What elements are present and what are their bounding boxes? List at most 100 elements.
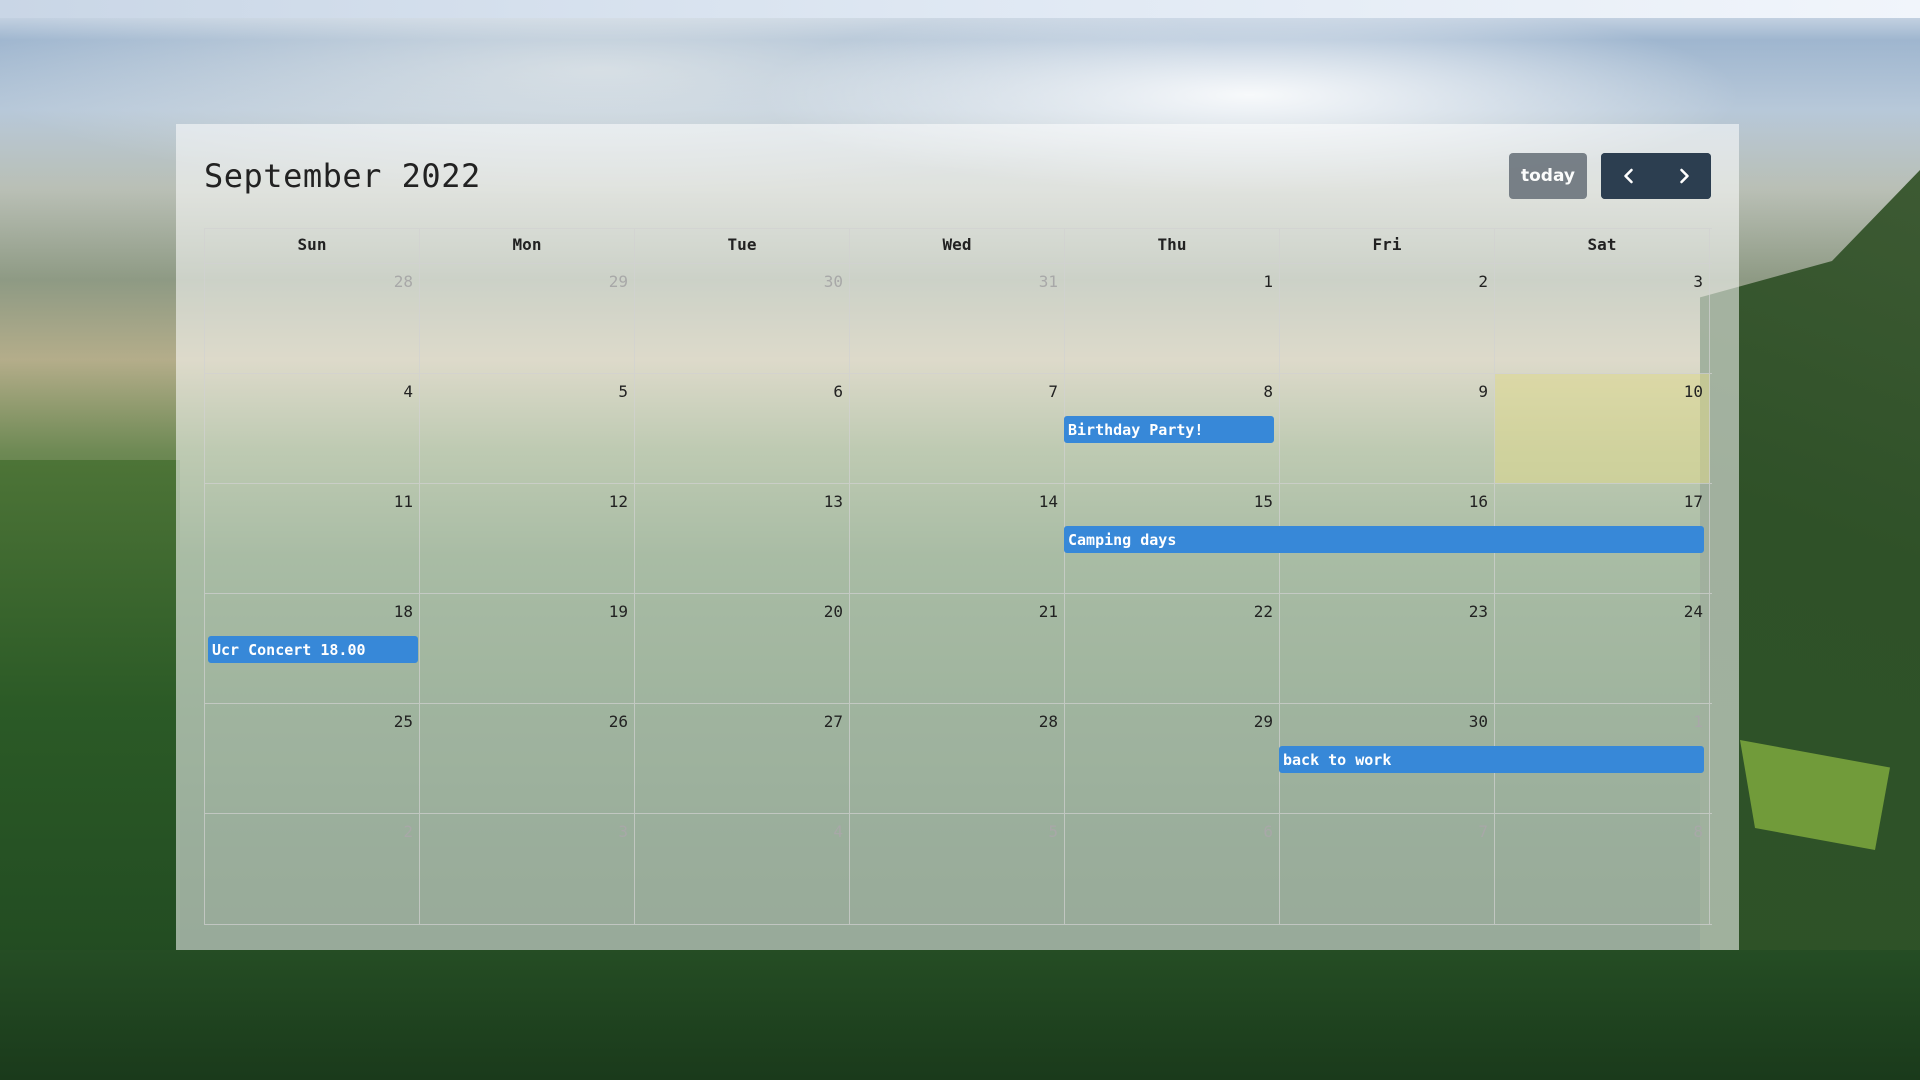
day-number[interactable]: 29 [609,272,628,291]
background-sky-strip [0,0,1920,18]
day-number[interactable]: 18 [394,602,413,621]
day-number[interactable]: 11 [394,492,413,511]
day-number[interactable]: 6 [1263,822,1273,841]
day-number[interactable]: 10 [1684,382,1703,401]
day-cell[interactable]: 2 [1280,264,1495,373]
day-cell[interactable]: 24 [1495,594,1710,703]
day-number[interactable]: 26 [609,712,628,731]
day-cell[interactable]: 4 [635,814,850,924]
day-cell[interactable]: 14 [850,484,1065,593]
calendar-toolbar: September 2022 today [204,153,1711,199]
day-number[interactable]: 9 [1478,382,1488,401]
background-forest-bottom [0,950,1920,1080]
day-cell[interactable]: 27 [635,704,850,813]
day-cell[interactable]: 7 [850,374,1065,483]
day-cell[interactable]: 19 [420,594,635,703]
day-cell[interactable]: 25 [205,704,420,813]
day-number[interactable]: 31 [1039,272,1058,291]
day-number[interactable]: 3 [618,822,628,841]
day-number[interactable]: 19 [609,602,628,621]
week-row: 4 5 6 7 8 9 10 Birthday Party! [205,374,1712,484]
weekday-header-row: Sun Mon Tue Wed Thu Fri Sat [205,228,1712,264]
day-number[interactable]: 8 [1693,822,1703,841]
day-number[interactable]: 27 [824,712,843,731]
day-cell[interactable]: 4 [205,374,420,483]
day-cell-today[interactable]: 10 [1495,374,1710,483]
day-number[interactable]: 15 [1254,492,1273,511]
day-cell[interactable]: 8 [1495,814,1710,924]
day-number[interactable]: 2 [1478,272,1488,291]
weekday-header: Tue [635,229,850,263]
week-row: 11 12 13 14 15 16 17 Camping days [205,484,1712,594]
day-number[interactable]: 2 [403,822,413,841]
day-number[interactable]: 16 [1469,492,1488,511]
day-number[interactable]: 12 [609,492,628,511]
day-number[interactable]: 3 [1693,272,1703,291]
day-number[interactable]: 1 [1693,712,1703,731]
day-number[interactable]: 1 [1263,272,1273,291]
month-grid: Sun Mon Tue Wed Thu Fri Sat 28 29 30 31 … [204,228,1712,925]
weekday-header: Thu [1065,229,1280,263]
day-cell[interactable]: 7 [1280,814,1495,924]
day-cell[interactable]: 2 [205,814,420,924]
day-number[interactable]: 28 [1039,712,1058,731]
day-number[interactable]: 13 [824,492,843,511]
weekday-header: Fri [1280,229,1495,263]
day-cell[interactable]: 29 [420,264,635,373]
day-number[interactable]: 22 [1254,602,1273,621]
week-row: 28 29 30 31 1 2 3 [205,264,1712,374]
day-number[interactable]: 24 [1684,602,1703,621]
day-number[interactable]: 5 [1048,822,1058,841]
day-number[interactable]: 23 [1469,602,1488,621]
day-cell[interactable]: 3 [1495,264,1710,373]
day-number[interactable]: 28 [394,272,413,291]
day-cell[interactable]: 9 [1280,374,1495,483]
event-back-to-work[interactable]: back to work [1279,746,1704,773]
day-cell[interactable]: 28 [850,704,1065,813]
day-cell[interactable]: 26 [420,704,635,813]
event-camping-days[interactable]: Camping days [1064,526,1704,553]
day-number[interactable]: 7 [1478,822,1488,841]
day-number[interactable]: 29 [1254,712,1273,731]
day-number[interactable]: 5 [618,382,628,401]
day-cell[interactable]: 5 [850,814,1065,924]
prev-month-button[interactable] [1601,153,1656,199]
event-ucr-concert[interactable]: Ucr Concert 18.00 [208,636,418,663]
day-number[interactable]: 21 [1039,602,1058,621]
next-month-button[interactable] [1656,153,1711,199]
day-number[interactable]: 4 [833,822,843,841]
day-cell[interactable]: 6 [1065,814,1280,924]
today-button[interactable]: today [1509,153,1587,199]
day-cell[interactable]: 1 [1065,264,1280,373]
day-cell[interactable]: 28 [205,264,420,373]
day-cell[interactable]: 3 [420,814,635,924]
weekday-header: Sun [205,229,420,263]
day-number[interactable]: 4 [403,382,413,401]
day-number[interactable]: 25 [394,712,413,731]
day-number[interactable]: 17 [1684,492,1703,511]
weekday-header: Sat [1495,229,1710,263]
day-cell[interactable]: 12 [420,484,635,593]
day-number[interactable]: 6 [833,382,843,401]
calendar: September 2022 today Sun Mon Tue Wed Thu… [176,124,1739,950]
day-number[interactable]: 7 [1048,382,1058,401]
day-number[interactable]: 20 [824,602,843,621]
day-number[interactable]: 8 [1263,382,1273,401]
day-cell[interactable]: 29 [1065,704,1280,813]
day-cell[interactable]: 5 [420,374,635,483]
day-number[interactable]: 30 [1469,712,1488,731]
day-cell[interactable]: 11 [205,484,420,593]
day-cell[interactable]: 22 [1065,594,1280,703]
week-row: 25 26 27 28 29 30 1 back to work [205,704,1712,814]
day-number[interactable]: 30 [824,272,843,291]
day-cell[interactable]: 23 [1280,594,1495,703]
day-number[interactable]: 14 [1039,492,1058,511]
calendar-title: September 2022 [204,157,481,195]
day-cell[interactable]: 30 [635,264,850,373]
day-cell[interactable]: 13 [635,484,850,593]
day-cell[interactable]: 21 [850,594,1065,703]
day-cell[interactable]: 6 [635,374,850,483]
day-cell[interactable]: 20 [635,594,850,703]
day-cell[interactable]: 31 [850,264,1065,373]
event-birthday-party[interactable]: Birthday Party! [1064,416,1274,443]
